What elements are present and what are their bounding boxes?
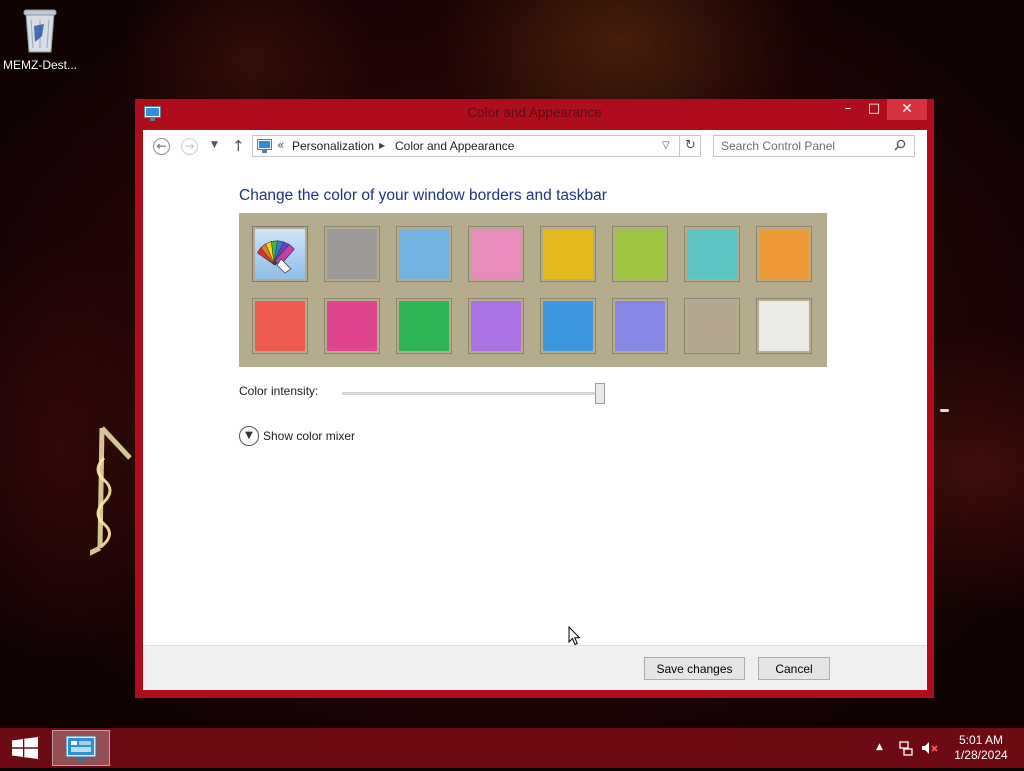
color-swatch[interactable]: [396, 226, 452, 282]
color-intensity-label: Color intensity:: [239, 384, 319, 398]
taskbar: ▲ 5:01 AM 1/28/2024: [0, 728, 1024, 768]
color-swatch[interactable]: [756, 298, 812, 354]
forward-arrow-icon: →: [184, 139, 195, 153]
color-swatch[interactable]: [252, 226, 308, 282]
show-color-mixer-toggle[interactable]: ▼: [239, 426, 259, 446]
color-swatch-fill: [543, 301, 593, 351]
breadcrumb-personalization[interactable]: Personalization: [292, 139, 374, 153]
footer-bar: Save changes Cancel: [143, 645, 927, 690]
up-button[interactable]: ↑: [232, 137, 245, 155]
back-arrow-icon: ←: [156, 139, 167, 153]
color-swatch-fill: [327, 229, 377, 279]
color-swatch[interactable]: [396, 298, 452, 354]
recycle-bin-icon: [23, 9, 57, 53]
control-panel-icon: [65, 735, 97, 761]
color-swatch[interactable]: [612, 226, 668, 282]
minimize-button[interactable]: –: [835, 99, 861, 120]
color-swatch[interactable]: [468, 298, 524, 354]
wallpaper-dot: [940, 409, 949, 412]
color-swatch[interactable]: [540, 226, 596, 282]
desktop-icon-label: MEMZ-Dest...: [3, 58, 77, 72]
search-icon: [894, 139, 906, 151]
color-swatch-fill: [615, 229, 665, 279]
color-swatch[interactable]: [324, 298, 380, 354]
color-swatch-fill: [399, 229, 449, 279]
color-swatch-fill: [687, 301, 737, 351]
color-swatch-fill: [255, 229, 305, 279]
address-bar[interactable]: « Personalization ▶ Color and Appearance…: [252, 135, 701, 157]
color-swatch[interactable]: [468, 226, 524, 282]
color-swatch-fill: [615, 301, 665, 351]
refresh-icon: ↻: [685, 138, 696, 153]
clock-date: 1/28/2024: [954, 748, 1008, 762]
forward-button[interactable]: →: [181, 138, 198, 155]
maximize-button[interactable]: □: [861, 99, 887, 120]
mouse-cursor-icon: [568, 626, 581, 646]
window-title: Color and Appearance: [467, 105, 602, 120]
color-swatch[interactable]: [540, 298, 596, 354]
color-swatch-fill: [471, 229, 521, 279]
dropdown-icon: ▼: [211, 140, 218, 150]
wallpaper-light-ornament: [90, 426, 132, 556]
color-swatch-fill: [543, 229, 593, 279]
color-swatch-fill: [759, 229, 809, 279]
breadcrumb-separator-icon[interactable]: ▶: [379, 141, 385, 150]
recent-locations-button[interactable]: ▼: [211, 140, 218, 150]
color-intensity-slider-thumb[interactable]: [595, 383, 605, 404]
clock-time: 5:01 AM: [958, 733, 1004, 747]
breadcrumb-color-and-appearance[interactable]: Color and Appearance: [395, 139, 514, 153]
volume-muted-icon[interactable]: [921, 740, 939, 756]
color-intensity-slider[interactable]: [342, 392, 601, 395]
taskbar-button-control-panel[interactable]: [52, 730, 110, 766]
chevron-down-icon: ▽: [662, 140, 670, 151]
color-swatch-fill: [255, 301, 305, 351]
color-swatch-fill: [471, 301, 521, 351]
page-heading: Change the color of your window borders …: [239, 187, 607, 204]
color-swatch[interactable]: [324, 226, 380, 282]
show-color-mixer-label[interactable]: Show color mixer: [263, 429, 355, 443]
color-swatch[interactable]: [684, 226, 740, 282]
color-appearance-window: Color and Appearance – □ ✕ ← → ▼ ↑ « Per…: [135, 99, 934, 698]
start-button[interactable]: [0, 728, 50, 768]
control-panel-icon: [257, 139, 272, 153]
chevron-down-icon: ▼: [245, 430, 253, 441]
clock[interactable]: 5:01 AM 1/28/2024: [946, 733, 1016, 763]
navigation-bar: ← → ▼ ↑ « Personalization ▶ Color and Ap…: [143, 130, 927, 164]
window-client-area: ← → ▼ ↑ « Personalization ▶ Color and Ap…: [143, 130, 927, 690]
cancel-button[interactable]: Cancel: [758, 657, 830, 680]
address-dropdown-button[interactable]: ▽: [662, 140, 670, 151]
search-input[interactable]: [715, 137, 895, 155]
color-swatch[interactable]: [684, 298, 740, 354]
color-swatch-fill: [687, 229, 737, 279]
back-button[interactable]: ←: [153, 138, 170, 155]
address-overflow-button[interactable]: «: [277, 138, 284, 152]
save-changes-button[interactable]: Save changes: [644, 657, 745, 680]
color-swatch-fill: [327, 301, 377, 351]
search-box[interactable]: [713, 135, 915, 157]
color-swatch-fill: [759, 301, 809, 351]
windows-logo-icon: [12, 737, 38, 759]
show-hidden-icons-icon: ▲: [876, 742, 883, 752]
desktop-icon-recycle-bin[interactable]: MEMZ-Dest...: [2, 6, 78, 72]
up-arrow-icon: ↑: [232, 137, 245, 155]
refresh-button[interactable]: ↻: [679, 136, 701, 156]
color-fan-icon: [257, 240, 295, 274]
color-swatch[interactable]: [756, 226, 812, 282]
color-palette: [239, 213, 827, 367]
network-icon[interactable]: [898, 740, 914, 756]
close-button[interactable]: ✕: [887, 99, 927, 120]
color-swatch[interactable]: [612, 298, 668, 354]
show-hidden-icons-button[interactable]: ▲: [876, 742, 883, 752]
color-swatch-fill: [399, 301, 449, 351]
color-swatch[interactable]: [252, 298, 308, 354]
